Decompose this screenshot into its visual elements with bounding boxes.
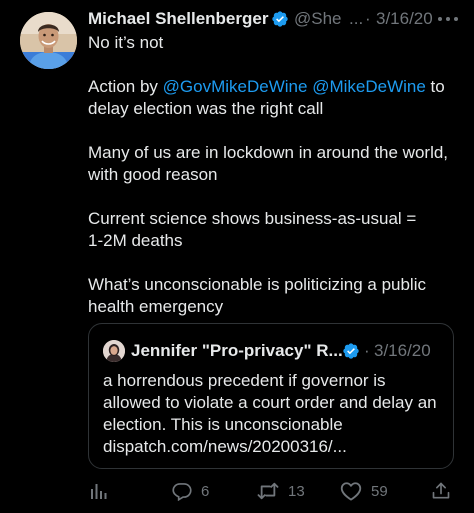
- person-photo-icon: [103, 340, 125, 362]
- tweet-paragraph: Action by @GovMikeDeWine @MikeDeWine to …: [88, 76, 464, 120]
- person-photo-icon: [20, 12, 77, 69]
- tweet-actions: 6 13 59: [88, 478, 458, 504]
- more-dots-icon[interactable]: [436, 14, 460, 24]
- separator-dot: ·: [364, 341, 370, 360]
- heart-icon: [340, 482, 362, 501]
- quoted-link: dispatch.com/news/20200316/...: [103, 437, 347, 456]
- quoted-line: allowed to violate a court order and del…: [103, 393, 437, 412]
- share-button[interactable]: [431, 478, 451, 504]
- tweet-paragraph: Current science shows business-as-usual …: [88, 208, 464, 252]
- like-button[interactable]: 59: [340, 478, 388, 504]
- tweet-line: Action by @GovMikeDeWine @MikeDeWine to: [88, 76, 464, 98]
- tweet-paragraph: Many of us are in lockdown in around the…: [88, 142, 464, 186]
- tweet-line: delay election was the right call: [88, 99, 324, 118]
- analytics-button[interactable]: [88, 478, 108, 504]
- tweet-line: What’s unconscionable is politicizing a …: [88, 275, 426, 294]
- author-avatar[interactable]: [20, 12, 77, 69]
- tweet-line: Many of us are in lockdown in around the…: [88, 143, 449, 162]
- reply-button[interactable]: 6: [172, 478, 209, 504]
- tweet-header: Michael Shellenberger @She ... · 3/16/20: [88, 8, 464, 30]
- quoted-text: a horrendous precedent if governor is al…: [103, 370, 443, 458]
- retweet-count: 13: [288, 482, 305, 500]
- reply-bubble-icon: [172, 483, 192, 501]
- author-name[interactable]: Michael Shellenberger: [88, 8, 268, 30]
- tweet[interactable]: Michael Shellenberger @She ... · 3/16/20…: [0, 0, 474, 513]
- retweet-button[interactable]: 13: [257, 478, 305, 504]
- share-icon: [432, 482, 450, 499]
- quoted-header: Jennifer "Pro-privacy" R... · 3/16/20: [131, 340, 451, 362]
- retweet-icon: [257, 482, 279, 500]
- text-fragment: to: [425, 77, 445, 96]
- verified-badge-icon: [272, 11, 288, 27]
- analytics-bars-icon: [91, 484, 107, 499]
- tweet-line: No it’s not: [88, 33, 164, 52]
- separator-dot: ·: [365, 9, 371, 28]
- like-count: 59: [371, 482, 388, 500]
- tweet-line: 1-2M deaths: [88, 231, 183, 250]
- tweet-paragraph: No it’s not: [88, 32, 464, 54]
- tweet-line: Current science shows business-as-usual …: [88, 209, 417, 228]
- mention-link-govmikedewine[interactable]: @GovMikeDeWine: [163, 77, 308, 96]
- quoted-author-name: Jennifer "Pro-privacy" R...: [131, 341, 343, 360]
- verified-badge-icon: [343, 343, 359, 359]
- handle-ellipsis: ...: [349, 9, 364, 28]
- quoted-timestamp: 3/16/20: [374, 341, 431, 360]
- reply-count: 6: [201, 482, 210, 500]
- text-fragment: Action by: [88, 77, 163, 96]
- quoted-author-avatar: [103, 340, 125, 362]
- tweet-line: with good reason: [88, 165, 218, 184]
- quoted-tweet[interactable]: Jennifer "Pro-privacy" R... · 3/16/20 a …: [88, 323, 454, 469]
- quoted-line: a horrendous precedent if governor is: [103, 371, 386, 390]
- tweet-text: No it’s not Action by @GovMikeDeWine @Mi…: [88, 32, 464, 318]
- tweet-timestamp[interactable]: 3/16/20: [376, 8, 433, 30]
- quoted-line: election. This is unconscionable: [103, 415, 343, 434]
- tweet-paragraph: What’s unconscionable is politicizing a …: [88, 274, 464, 318]
- mention-link-mikedewine[interactable]: @MikeDeWine: [312, 77, 426, 96]
- tweet-line: health emergency: [88, 297, 224, 316]
